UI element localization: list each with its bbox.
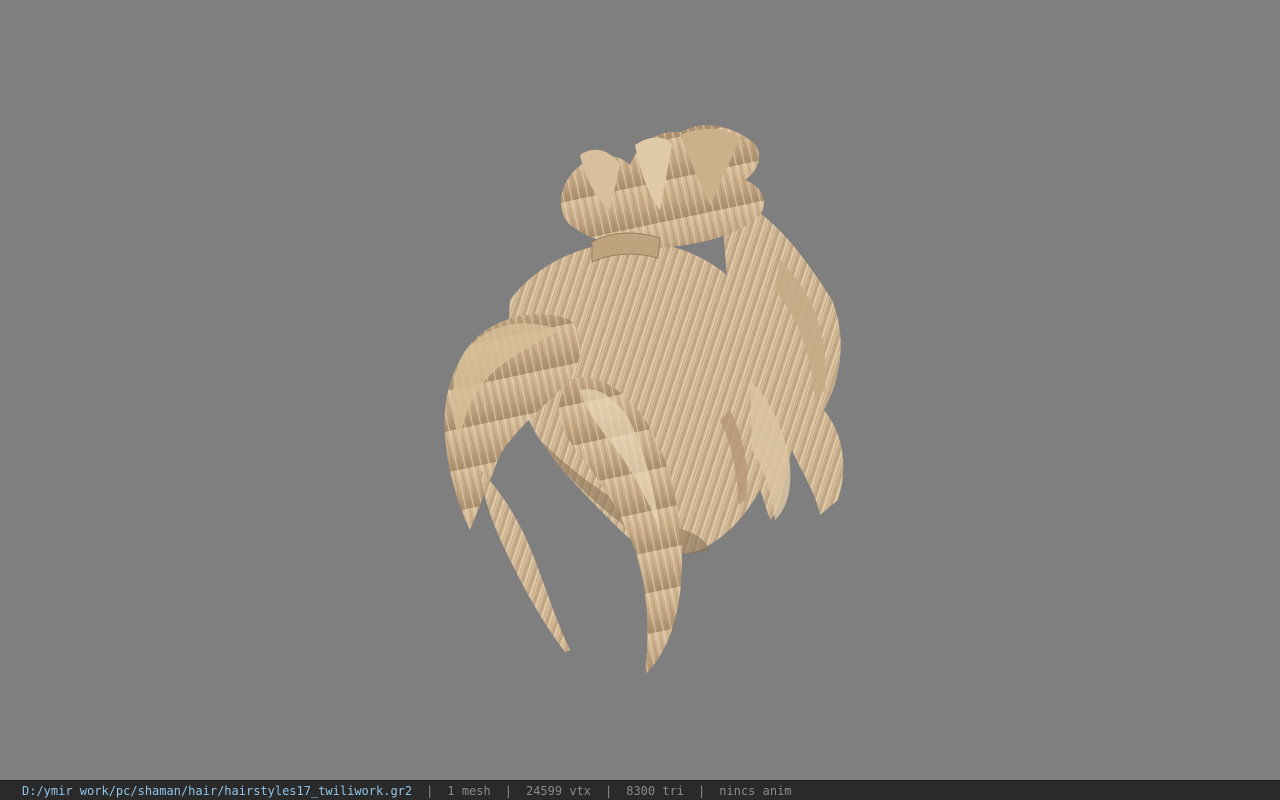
animation-status: nincs anim: [719, 783, 792, 798]
hair-mesh-icon: [444, 125, 844, 675]
separator: |: [504, 783, 512, 798]
3d-viewport[interactable]: [0, 0, 1280, 780]
vertex-count: 24599 vtx: [525, 783, 591, 798]
separator: |: [605, 783, 613, 798]
mesh-count: 1 mesh: [447, 783, 491, 798]
file-path: D:/ymir work/pc/shaman/hair/hairstyles17…: [22, 783, 413, 798]
status-bar: D:/ymir work/pc/shaman/hair/hairstyles17…: [0, 780, 1280, 800]
separator: |: [426, 783, 434, 798]
triangle-count: 8300 tri: [626, 783, 685, 798]
separator: |: [698, 783, 706, 798]
